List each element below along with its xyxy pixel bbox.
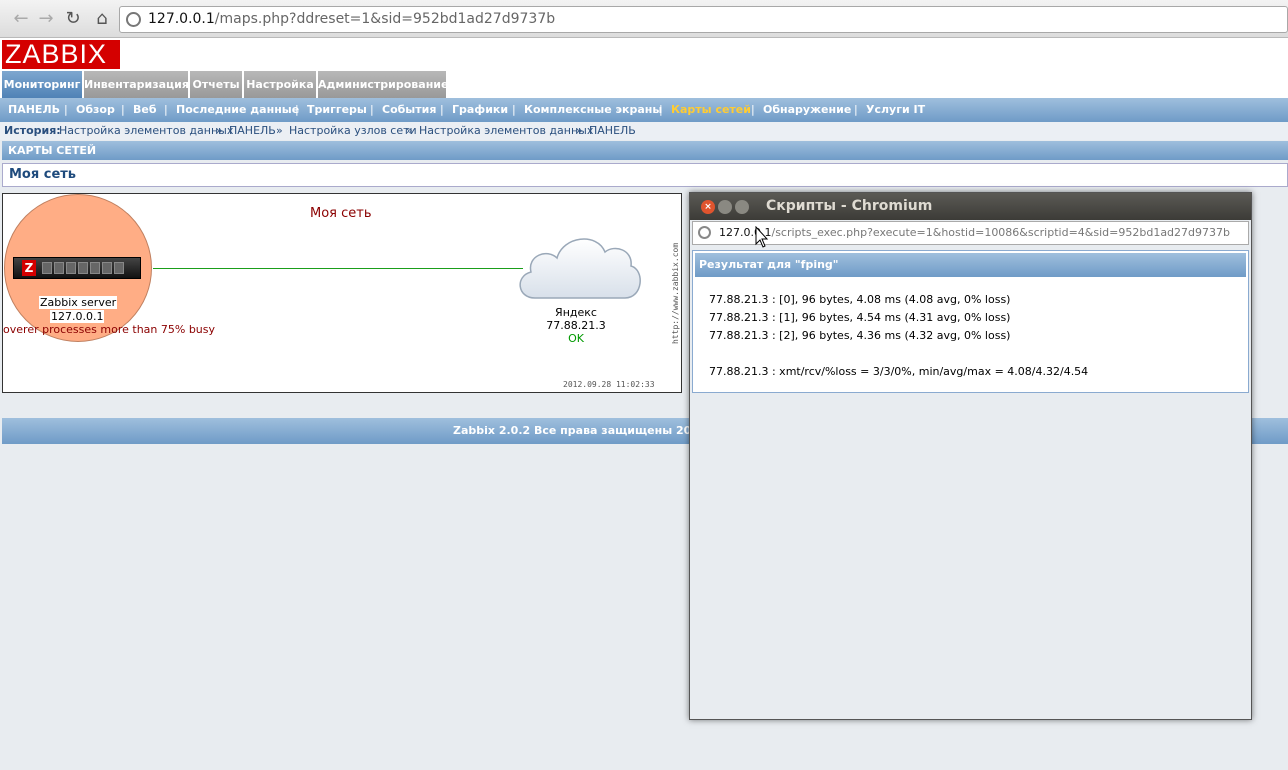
result-line: 77.88.21.3 : [2], 96 bytes, 4.36 ms (4.3… bbox=[709, 329, 1011, 342]
history-link[interactable]: ПАНЕЛЬ bbox=[589, 122, 636, 140]
separator: | bbox=[370, 103, 374, 116]
globe-icon bbox=[698, 226, 711, 239]
popup-titlebar[interactable]: × Скрипты - Chromium bbox=[690, 193, 1251, 220]
history-link[interactable]: Настройка узлов сети bbox=[289, 122, 417, 140]
submenu-overview[interactable]: Обзор bbox=[76, 98, 115, 122]
server-icon[interactable]: Z bbox=[13, 257, 141, 279]
url-host: 127.0.0.1 bbox=[148, 11, 215, 27]
tab-reports[interactable]: Отчеты bbox=[190, 71, 242, 98]
sub-menu: ПАНЕЛЬ | Обзор | Веб | Последние данные … bbox=[0, 98, 1288, 122]
separator: | bbox=[121, 103, 125, 116]
submenu-maps[interactable]: Карты сетей bbox=[671, 98, 751, 122]
reload-icon[interactable]: ↻ bbox=[62, 8, 84, 30]
history-separator: » bbox=[406, 124, 413, 137]
result-line: 77.88.21.3 : xmt/rcv/%loss = 3/3/0%, min… bbox=[709, 365, 1089, 378]
main-menu: Мониторинг Инвентаризация Отчеты Настрой… bbox=[0, 70, 1288, 98]
history-separator: » bbox=[216, 124, 223, 137]
separator: | bbox=[751, 103, 755, 116]
submenu-web[interactable]: Веб bbox=[133, 98, 157, 122]
browser-toolbar: ← → ↻ ⌂ 127.0.0.1/maps.php?ddreset=1&sid… bbox=[0, 0, 1288, 38]
submenu-events[interactable]: События bbox=[382, 98, 436, 122]
scripts-popup-window: × Скрипты - Chromium 127.0.0.1/scripts_e… bbox=[689, 192, 1252, 720]
history-link[interactable]: Настройка элементов данных bbox=[419, 122, 593, 140]
separator: | bbox=[659, 103, 663, 116]
result-panel: Результат для "fping" 77.88.21.3 : [0], … bbox=[692, 250, 1249, 393]
separator: | bbox=[512, 103, 516, 116]
history-link[interactable]: ПАНЕЛЬ bbox=[229, 122, 276, 140]
zabbix-z-icon: Z bbox=[22, 260, 36, 276]
submenu-graphs[interactable]: Графики bbox=[452, 98, 508, 122]
submenu-dashboard[interactable]: ПАНЕЛЬ bbox=[8, 98, 60, 122]
map-link[interactable] bbox=[153, 268, 523, 269]
separator: | bbox=[295, 103, 299, 116]
map-title: Моя сеть bbox=[2, 163, 1288, 187]
submenu-it-services[interactable]: Услуги IT bbox=[866, 98, 925, 122]
history-link[interactable]: Настройка элементов данных bbox=[59, 122, 233, 140]
mouse-cursor-icon bbox=[755, 226, 769, 248]
forward-icon[interactable]: → bbox=[35, 8, 57, 30]
cloud-icon[interactable] bbox=[513, 230, 643, 304]
separator: | bbox=[440, 103, 444, 116]
separator: | bbox=[854, 103, 858, 116]
submenu-triggers[interactable]: Триггеры bbox=[307, 98, 367, 122]
home-icon[interactable]: ⌂ bbox=[91, 8, 113, 30]
result-line: 77.88.21.3 : [0], 96 bytes, 4.08 ms (4.0… bbox=[709, 293, 1011, 306]
server-name: Zabbix server bbox=[39, 296, 118, 309]
problem-text: coverer processes more than 75% busy bbox=[2, 323, 216, 336]
history-label: История: bbox=[4, 124, 61, 137]
cloud-ip: 77.88.21.3 bbox=[546, 319, 606, 332]
zabbix-watermark: http://www.zabbix.com bbox=[671, 242, 680, 344]
popup-url-path: /scripts_exec.php?execute=1&hostid=10086… bbox=[771, 226, 1230, 239]
back-icon[interactable]: ← bbox=[10, 8, 32, 30]
submenu-latest-data[interactable]: Последние данные bbox=[176, 98, 299, 122]
separator: | bbox=[164, 103, 168, 116]
server-ip: 127.0.0.1 bbox=[50, 310, 105, 323]
url-path: /maps.php?ddreset=1&sid=952bd1ad27d9737b bbox=[214, 11, 556, 27]
history-separator: » bbox=[576, 124, 583, 137]
section-title: КАРТЫ СЕТЕЙ bbox=[2, 141, 1288, 160]
result-line: 77.88.21.3 : [1], 96 bytes, 4.54 ms (4.3… bbox=[709, 311, 1011, 324]
close-icon[interactable]: × bbox=[701, 200, 715, 214]
map-timestamp: 2012.09.28 11:02:33 bbox=[563, 380, 655, 389]
tab-inventory[interactable]: Инвентаризация bbox=[84, 71, 189, 98]
breadcrumb: История: Настройка элементов данных » ПА… bbox=[0, 122, 1288, 140]
cloud-status: OK bbox=[568, 332, 584, 345]
submenu-discovery[interactable]: Обнаружение bbox=[763, 98, 851, 122]
tab-configuration[interactable]: Настройка bbox=[244, 71, 316, 98]
zabbix-logo[interactable]: ZABBIX bbox=[2, 40, 120, 69]
address-bar[interactable]: 127.0.0.1/maps.php?ddreset=1&sid=952bd1a… bbox=[119, 6, 1288, 33]
tab-monitoring[interactable]: Мониторинг bbox=[2, 71, 82, 98]
submenu-screens[interactable]: Комплексные экраны bbox=[524, 98, 662, 122]
popup-title: Скрипты - Chromium bbox=[766, 198, 933, 214]
result-header: Результат для "fping" bbox=[695, 253, 1246, 277]
cloud-name: Яндекс bbox=[555, 306, 597, 319]
network-map: Моя сеть Z Zabbix server 127.0.0.1 cover… bbox=[2, 193, 682, 393]
minimize-icon[interactable] bbox=[718, 200, 732, 214]
separator: | bbox=[64, 103, 68, 116]
history-separator: » bbox=[276, 124, 283, 137]
popup-address-bar[interactable]: 127.0.0.1/scripts_exec.php?execute=1&hos… bbox=[692, 221, 1249, 245]
tab-administration[interactable]: Администрирование bbox=[318, 71, 448, 98]
maximize-icon[interactable] bbox=[735, 200, 749, 214]
zabbix-header: ZABBIX bbox=[0, 38, 1288, 70]
globe-icon bbox=[126, 12, 141, 27]
map-name: Моя сеть bbox=[310, 206, 372, 221]
